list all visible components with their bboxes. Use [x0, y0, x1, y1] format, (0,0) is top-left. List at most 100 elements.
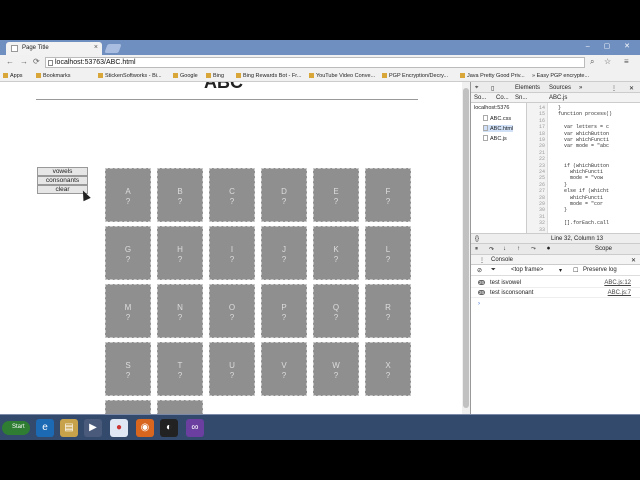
letter-card-v[interactable]: V?	[261, 342, 307, 396]
inspect-icon[interactable]: ⌖	[475, 85, 478, 92]
bookmark-apps[interactable]: Apps	[3, 73, 23, 79]
deactivate-breakpoints-icon[interactable]: ⤳	[531, 246, 536, 253]
window-controls[interactable]: ‒ ▢ ✕	[586, 42, 636, 50]
bookmark-java-pgp[interactable]: Java Pretty Good Priv...	[460, 73, 525, 79]
letter-card-f[interactable]: F?	[365, 168, 411, 222]
letter-card-c[interactable]: C?	[209, 168, 255, 222]
letter-card-h[interactable]: H?	[157, 226, 203, 280]
file-abc-js[interactable]: ABC.js	[483, 135, 507, 142]
visual-studio-icon[interactable]: ∞	[186, 419, 204, 437]
browser-tab[interactable]: Page Title ×	[6, 42, 102, 55]
forward-icon[interactable]: →	[20, 57, 28, 66]
chrome-icon[interactable]: ●	[110, 419, 128, 437]
more-tabs-icon[interactable]: »	[579, 85, 582, 91]
close-devtools-icon[interactable]: ✕	[629, 85, 634, 92]
bookmark-easy-pgp[interactable]: » Easy PGP encrypte...	[532, 73, 589, 79]
more-drawer-icon[interactable]: ⋮	[479, 257, 485, 264]
letter-card-e[interactable]: E?	[313, 168, 359, 222]
letter-card-k[interactable]: K?	[313, 226, 359, 280]
close-drawer-icon[interactable]: ✕	[631, 257, 636, 264]
format-icon[interactable]: {}	[475, 236, 479, 242]
star-icon[interactable]: ☆	[604, 57, 611, 66]
letter-card-g[interactable]: G?	[105, 226, 151, 280]
subtab-content[interactable]: Co...	[496, 95, 509, 101]
line-number[interactable]: 33	[530, 227, 545, 233]
letter-card-l[interactable]: L?	[365, 226, 411, 280]
line-number[interactable]: 18	[530, 131, 545, 137]
pause-icon[interactable]: ⏸	[475, 246, 478, 253]
line-number[interactable]: 20	[530, 143, 545, 149]
line-number[interactable]: 23	[530, 163, 545, 169]
line-number[interactable]: 22	[530, 156, 545, 162]
bookmark-sticken[interactable]: StickenSoftworks - Bi...	[98, 73, 162, 79]
menu-icon[interactable]: ≡	[624, 57, 629, 66]
line-number[interactable]: 14	[530, 105, 545, 111]
console-prompt[interactable]: ›	[478, 301, 480, 307]
close-tab-icon[interactable]: ×	[94, 44, 98, 51]
start-button[interactable]: Start	[2, 421, 30, 435]
letter-card-a[interactable]: A?	[105, 168, 151, 222]
letter-card-w[interactable]: W?	[313, 342, 359, 396]
line-number[interactable]: 15	[530, 111, 545, 117]
letter-card-o[interactable]: O?	[209, 284, 255, 338]
tab-sources[interactable]: Sources	[549, 85, 571, 91]
page-scrollbar-thumb[interactable]	[463, 88, 469, 408]
log-source-link[interactable]: ABC.js:7	[608, 290, 631, 296]
filter-icon[interactable]: ⏷	[491, 267, 496, 274]
line-number[interactable]: 32	[530, 220, 545, 226]
explorer-icon[interactable]: ▤	[60, 419, 78, 437]
tab-scope[interactable]: Scope	[595, 246, 612, 252]
device-icon[interactable]: ▯	[491, 85, 494, 92]
media-player-icon[interactable]: ▶	[84, 419, 102, 437]
line-number[interactable]: 27	[530, 188, 545, 194]
host-node[interactable]: localhost:5376	[474, 105, 509, 111]
letter-card-q[interactable]: Q?	[313, 284, 359, 338]
bookmark-youtube[interactable]: YouTube Video Conve...	[309, 73, 375, 79]
frame-selector[interactable]: <top frame>	[511, 267, 543, 273]
letter-card-b[interactable]: B?	[157, 168, 203, 222]
reload-icon[interactable]: ⟳	[33, 57, 40, 66]
line-number[interactable]: 31	[530, 214, 545, 220]
open-file-tab[interactable]: ABC.js	[549, 95, 567, 101]
search-icon[interactable]: ⌕	[590, 57, 594, 67]
file-abc-html[interactable]: ABC.html	[483, 125, 514, 132]
ie-icon[interactable]: e	[36, 419, 54, 437]
letter-card-x[interactable]: X?	[365, 342, 411, 396]
letter-card-i[interactable]: I?	[209, 226, 255, 280]
step-out-icon[interactable]: ↑	[517, 246, 520, 252]
settings-icon[interactable]: ⋮	[611, 85, 617, 92]
step-over-icon[interactable]: ↷	[489, 246, 494, 253]
vowels-button[interactable]: vowels	[37, 167, 88, 176]
file-abc-css[interactable]: ABC.css	[483, 115, 511, 122]
step-into-icon[interactable]: ↓	[503, 246, 506, 252]
eclipse-icon[interactable]: ◐	[160, 419, 178, 437]
line-number[interactable]: 30	[530, 207, 545, 213]
subtab-sources[interactable]: So...	[474, 95, 486, 101]
subtab-snippets[interactable]: Sn...	[515, 95, 527, 101]
firefox-icon[interactable]: ◉	[136, 419, 154, 437]
letter-card-s[interactable]: S?	[105, 342, 151, 396]
line-number[interactable]: 19	[530, 137, 545, 143]
code-editor[interactable]: 14 15 16 17 18 19 20 21 22 23 24 25 26 27 28 29 30 31 32 33…	[528, 103, 640, 233]
line-number[interactable]: 25	[530, 175, 545, 181]
line-number[interactable]: 21	[530, 150, 545, 156]
new-tab-button[interactable]	[104, 44, 122, 53]
letter-card-t[interactable]: T?	[157, 342, 203, 396]
address-bar[interactable]: localhost:53763/ABC.html	[45, 57, 585, 68]
line-number[interactable]: 28	[530, 195, 545, 201]
bookmark-google[interactable]: Google	[173, 73, 198, 79]
line-number[interactable]: 17	[530, 124, 545, 130]
bookmark-bing-rewards[interactable]: Bing Rewards Bot - Fr...	[236, 73, 301, 79]
letter-card-n[interactable]: N?	[157, 284, 203, 338]
letter-card-d[interactable]: D?	[261, 168, 307, 222]
letter-card-r[interactable]: R?	[365, 284, 411, 338]
line-number[interactable]: 16	[530, 118, 545, 124]
bookmark-bookmarks[interactable]: Bookmarks	[36, 73, 71, 79]
pause-on-exceptions-icon[interactable]: ⏺	[547, 246, 550, 253]
letter-card-j[interactable]: J?	[261, 226, 307, 280]
line-number[interactable]: 26	[530, 182, 545, 188]
page-scrollbar[interactable]	[462, 82, 470, 440]
line-number[interactable]: 29	[530, 201, 545, 207]
dropdown-arrow-icon[interactable]: ▾	[559, 267, 562, 274]
log-source-link[interactable]: ABC.js:12	[604, 280, 631, 286]
